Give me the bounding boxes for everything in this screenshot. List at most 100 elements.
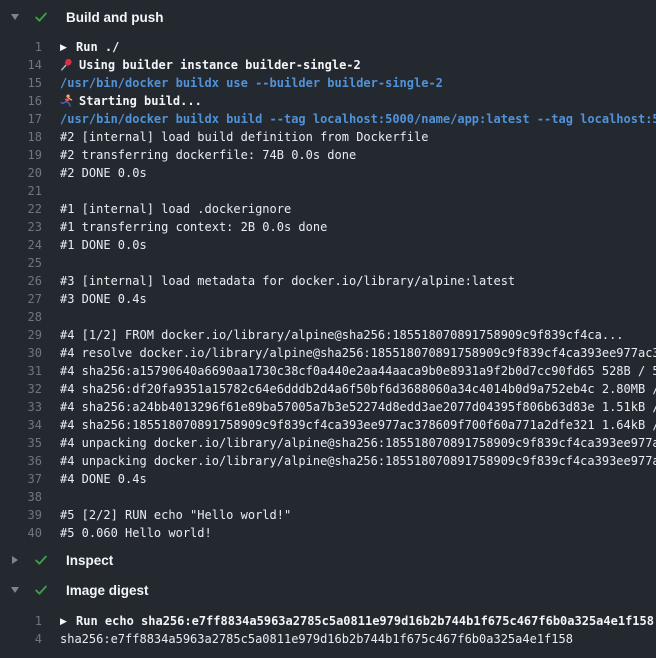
line-number[interactable]: 1 xyxy=(0,612,47,630)
log-line: 27 #3 DONE 0.4s xyxy=(0,290,656,308)
line-number[interactable]: 31 xyxy=(0,362,47,380)
section-title: Image digest xyxy=(66,583,149,598)
line-number[interactable]: 18 xyxy=(0,128,47,146)
section-inspect: Inspect xyxy=(0,546,656,574)
line-number[interactable]: 40 xyxy=(0,524,47,542)
line-text: #3 DONE 0.4s xyxy=(60,290,147,308)
line-number[interactable]: 22 xyxy=(0,200,47,218)
line-text: #4 sha256:a24bb4013296f61e89ba57005a7b3e… xyxy=(60,398,656,416)
line-text: ▶Run echo sha256:e7ff8834a5963a2785c5a08… xyxy=(60,612,654,630)
line-number[interactable]: 36 xyxy=(0,452,47,470)
line-number[interactable]: 37 xyxy=(0,470,47,488)
runner-icon xyxy=(60,94,73,107)
log-line: 35 #4 unpacking docker.io/library/alpine@… xyxy=(0,434,656,452)
line-number[interactable]: 1 xyxy=(0,38,47,56)
line-number[interactable]: 25 xyxy=(0,254,47,272)
section-build-and-push: Build and push 1 ▶Run ./14Using builder i… xyxy=(0,3,656,546)
line-text: sha256:e7ff8834a5963a2785c5a0811e979d16b… xyxy=(60,630,573,648)
log-line: 21 xyxy=(0,182,656,200)
line-number[interactable]: 39 xyxy=(0,506,47,524)
log-line: 38 xyxy=(0,488,656,506)
chevron-down-icon xyxy=(10,587,20,593)
line-text: #4 DONE 0.4s xyxy=(60,470,147,488)
line-text: #4 unpacking docker.io/library/alpine@sh… xyxy=(60,434,656,452)
chevron-down-icon xyxy=(10,14,20,20)
log-line: 1 ▶Run ./ xyxy=(0,38,656,56)
pushpin-icon xyxy=(60,58,73,71)
section-header-inspect[interactable]: Inspect xyxy=(0,546,656,574)
actions-log-panel: Build and push 1 ▶Run ./14Using builder i… xyxy=(0,0,656,658)
log-line: 14Using builder instance builder-single-… xyxy=(0,56,656,74)
expand-group-icon[interactable]: ▶ xyxy=(60,39,76,56)
line-number[interactable]: 34 xyxy=(0,416,47,434)
line-number[interactable]: 35 xyxy=(0,434,47,452)
line-number[interactable]: 16 xyxy=(0,92,47,110)
log-line: 4 sha256:e7ff8834a5963a2785c5a0811e979d16… xyxy=(0,630,656,648)
check-success-icon xyxy=(34,583,48,597)
line-text: #1 transferring context: 2B 0.0s done xyxy=(60,218,327,236)
line-number[interactable]: 27 xyxy=(0,290,47,308)
line-text: #4 unpacking docker.io/library/alpine@sh… xyxy=(60,452,656,470)
line-text: #4 sha256:a15790640a6690aa1730c38cf0a440… xyxy=(60,362,656,380)
line-text: /usr/bin/docker buildx build --tag local… xyxy=(60,110,656,128)
line-number[interactable]: 30 xyxy=(0,344,47,362)
log-line: 22 #1 [internal] load .dockerignore xyxy=(0,200,656,218)
line-number[interactable]: 4 xyxy=(0,630,47,648)
section-title: Inspect xyxy=(66,553,113,568)
line-number[interactable]: 15 xyxy=(0,74,47,92)
log-line: 28 xyxy=(0,308,656,326)
log-line: 24 #1 DONE 0.0s xyxy=(0,236,656,254)
line-number[interactable]: 24 xyxy=(0,236,47,254)
line-text: #2 transferring dockerfile: 74B 0.0s don… xyxy=(60,146,356,164)
line-number[interactable]: 14 xyxy=(0,56,47,74)
line-text: #1 [internal] load .dockerignore xyxy=(60,200,291,218)
log-line: 29 #4 [1/2] FROM docker.io/library/alpine… xyxy=(0,326,656,344)
line-text: /usr/bin/docker buildx use --builder bui… xyxy=(60,74,443,92)
line-text: #4 sha256:df20fa9351a15782c64e6dddb2d4a6… xyxy=(60,380,656,398)
section-header-image-digest[interactable]: Image digest xyxy=(0,576,656,604)
check-success-icon xyxy=(34,553,48,567)
log-line: 34 #4 sha256:185518070891758909c9f839cf4c… xyxy=(0,416,656,434)
log-line: 1 ▶Run echo sha256:e7ff8834a5963a2785c5a0… xyxy=(0,612,656,630)
log-lines-build-and-push: 1 ▶Run ./14Using builder instance builder… xyxy=(0,31,656,546)
line-number[interactable]: 19 xyxy=(0,146,47,164)
log-line: 25 xyxy=(0,254,656,272)
line-text: #3 [internal] load metadata for docker.i… xyxy=(60,272,515,290)
line-text: #4 [1/2] FROM docker.io/library/alpine@s… xyxy=(60,326,624,344)
line-text: #1 DONE 0.0s xyxy=(60,236,147,254)
line-number[interactable]: 38 xyxy=(0,488,47,506)
log-line: 30 #4 resolve docker.io/library/alpine@sh… xyxy=(0,344,656,362)
log-line: 20#2 DONE 0.0s xyxy=(0,164,656,182)
log-line: 37 #4 DONE 0.4s xyxy=(0,470,656,488)
line-number[interactable]: 20 xyxy=(0,164,47,182)
expand-group-icon[interactable]: ▶ xyxy=(60,613,76,630)
line-number[interactable]: 28 xyxy=(0,308,47,326)
line-text: Starting build... xyxy=(60,92,202,110)
line-number[interactable]: 23 xyxy=(0,218,47,236)
line-number[interactable]: 17 xyxy=(0,110,47,128)
log-line: 32 #4 sha256:df20fa9351a15782c64e6dddb2d4… xyxy=(0,380,656,398)
log-line: 18 #2 [internal] load build definition fr… xyxy=(0,128,656,146)
log-lines-image-digest: 1 ▶Run echo sha256:e7ff8834a5963a2785c5a0… xyxy=(0,604,656,648)
section-title: Build and push xyxy=(66,10,164,25)
log-line: 16 Starting build... xyxy=(0,92,656,110)
log-line: 23 #1 transferring context: 2B 0.0s done xyxy=(0,218,656,236)
log-line: 19 #2 transferring dockerfile: 74B 0.0s d… xyxy=(0,146,656,164)
line-number[interactable]: 21 xyxy=(0,182,47,200)
log-line: 31 #4 sha256:a15790640a6690aa1730c38cf0a4… xyxy=(0,362,656,380)
line-number[interactable]: 26 xyxy=(0,272,47,290)
log-line: 17/usr/bin/docker buildx build --tag loc… xyxy=(0,110,656,128)
line-text: #5 [2/2] RUN echo "Hello world!" xyxy=(60,506,291,524)
line-text: ▶Run ./ xyxy=(60,38,119,56)
line-number[interactable]: 33 xyxy=(0,398,47,416)
line-text: #5 0.060 Hello world! xyxy=(60,524,212,542)
line-text: #2 [internal] load build definition from… xyxy=(60,128,428,146)
line-text: #4 sha256:185518070891758909c9f839cf4ca3… xyxy=(60,416,656,434)
log-line: 33 #4 sha256:a24bb4013296f61e89ba57005a7b… xyxy=(0,398,656,416)
line-number[interactable]: 32 xyxy=(0,380,47,398)
section-header-build-and-push[interactable]: Build and push xyxy=(0,3,656,31)
line-number[interactable]: 29 xyxy=(0,326,47,344)
line-text: #4 resolve docker.io/library/alpine@sha2… xyxy=(60,344,656,362)
log-line: 39 #5 [2/2] RUN echo "Hello world!" xyxy=(0,506,656,524)
log-line: 40 #5 0.060 Hello world! xyxy=(0,524,656,542)
